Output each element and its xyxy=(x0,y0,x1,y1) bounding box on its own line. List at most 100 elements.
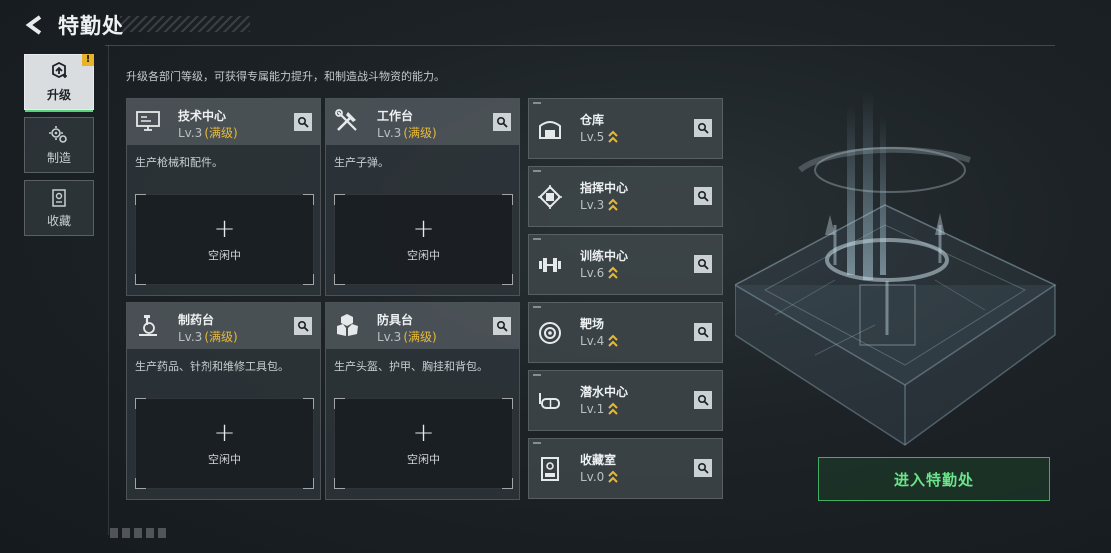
search-icon xyxy=(697,326,709,338)
facility-level: Lv.3 xyxy=(580,198,619,212)
production-slot[interactable]: + 空闲中 xyxy=(135,194,314,285)
max-level-tag: (满级) xyxy=(204,330,238,344)
chip-icon xyxy=(537,184,563,210)
footer-decoration xyxy=(110,528,170,538)
inspect-button[interactable] xyxy=(294,317,312,335)
diving-mask-icon xyxy=(537,388,563,414)
search-icon xyxy=(697,190,709,202)
department-card-pharmacy: 制药台 Lv.3 (满级) 生产药品、针剂和维修工具包。 + 空闲中 xyxy=(126,302,321,500)
production-slot[interactable]: + 空闲中 xyxy=(334,194,513,285)
search-icon xyxy=(297,116,309,128)
nav-tab-upgrade[interactable]: ! 升级 xyxy=(24,54,94,112)
nav-label: 收藏 xyxy=(46,213,71,228)
facility-name: 仓库 xyxy=(580,113,605,127)
max-level-tag: (满级) xyxy=(403,126,437,140)
header-decoration xyxy=(120,16,250,32)
inspect-button[interactable] xyxy=(694,255,712,273)
inspect-button[interactable] xyxy=(694,187,712,205)
inspect-button[interactable] xyxy=(493,317,511,335)
upgrade-chevron-icon xyxy=(608,470,619,483)
dumbbell-icon xyxy=(537,252,563,278)
level-text: Lv.3 xyxy=(377,126,402,140)
facility-name: 收藏室 xyxy=(580,453,617,467)
level-text: Lv.3 xyxy=(580,198,605,212)
plus-icon: + xyxy=(412,417,435,448)
upgrade-chevron-icon xyxy=(608,402,619,415)
department-name: 防具台 xyxy=(377,313,414,327)
inspect-button[interactable] xyxy=(493,113,511,131)
alert-badge: ! xyxy=(82,54,94,66)
department-description: 生产药品、针剂和维修工具包。 xyxy=(135,360,289,373)
department-card-armor: 防具台 Lv.3 (满级) 生产头盔、护甲、胸挂和背包。 + 空闲中 xyxy=(325,302,520,500)
armor-icon xyxy=(334,312,360,338)
facility-name: 潜水中心 xyxy=(580,385,629,399)
nav-label: 升级 xyxy=(46,87,71,102)
facility-level: Lv.4 xyxy=(580,334,619,348)
department-description: 生产枪械和配件。 xyxy=(135,156,223,169)
slot-status: 空闲中 xyxy=(407,248,440,262)
gears-icon xyxy=(49,125,67,143)
search-icon xyxy=(697,258,709,270)
header: 特勤处 xyxy=(22,8,124,42)
facility-level: Lv.6 xyxy=(580,266,619,280)
level-text: Lv.3 xyxy=(178,330,203,344)
inspect-button[interactable] xyxy=(294,113,312,131)
monitor-icon xyxy=(135,108,161,134)
back-arrow-icon xyxy=(25,15,42,35)
plus-icon: + xyxy=(213,417,236,448)
enter-special-ops-button[interactable]: 进入特勤处 xyxy=(818,457,1050,501)
plus-icon: + xyxy=(412,213,435,244)
page-description: 升级各部门等级，可获得专属能力提升，和制造战斗物资的能力。 xyxy=(126,70,445,83)
level-text: Lv.3 xyxy=(377,330,402,344)
upgrade-chevron-icon xyxy=(608,198,619,211)
slot-status: 空闲中 xyxy=(208,248,241,262)
base-hologram-illustration xyxy=(735,90,1057,446)
back-button[interactable] xyxy=(22,12,48,38)
facility-training-center[interactable]: 训练中心 Lv.6 xyxy=(528,234,723,295)
microscope-icon xyxy=(135,312,161,338)
facility-name: 训练中心 xyxy=(580,249,629,263)
slot-status: 空闲中 xyxy=(208,452,241,466)
facility-level: Lv.1 xyxy=(580,402,619,416)
upgrade-chevron-icon xyxy=(608,334,619,347)
inspect-button[interactable] xyxy=(694,119,712,137)
department-level: Lv.3 (满级) xyxy=(377,328,437,345)
divider xyxy=(108,45,109,535)
level-text: Lv.1 xyxy=(580,402,605,416)
nav-tab-collection[interactable]: 收藏 xyxy=(24,180,94,236)
facility-warehouse[interactable]: 仓库 Lv.5 xyxy=(528,98,723,159)
inspect-button[interactable] xyxy=(694,459,712,477)
level-text: Lv.6 xyxy=(580,266,605,280)
search-icon xyxy=(496,116,508,128)
upgrade-chevron-icon xyxy=(608,266,619,279)
level-text: Lv.4 xyxy=(580,334,605,348)
facility-command-center[interactable]: 指挥中心 Lv.3 xyxy=(528,166,723,227)
inspect-button[interactable] xyxy=(694,323,712,341)
facility-shooting-range[interactable]: 靶场 Lv.4 xyxy=(528,302,723,363)
facility-diving-center[interactable]: 潜水中心 Lv.1 xyxy=(528,370,723,431)
department-card-workbench: 工作台 Lv.3 (满级) 生产子弹。 + 空闲中 xyxy=(325,98,520,296)
search-icon xyxy=(297,320,309,332)
department-level: Lv.3 (满级) xyxy=(178,328,238,345)
facility-level: Lv.0 xyxy=(580,470,619,484)
department-name: 工作台 xyxy=(377,109,414,123)
divider xyxy=(105,45,1055,46)
search-icon xyxy=(496,320,508,332)
plus-icon: + xyxy=(213,213,236,244)
production-slot[interactable]: + 空闲中 xyxy=(135,398,314,489)
warehouse-icon xyxy=(537,116,563,142)
level-text: Lv.0 xyxy=(580,470,605,484)
facility-collection-room[interactable]: 收藏室 Lv.0 xyxy=(528,438,723,499)
production-slot[interactable]: + 空闲中 xyxy=(334,398,513,489)
inspect-button[interactable] xyxy=(694,391,712,409)
department-card-tech: 技术中心 Lv.3 (满级) 生产枪械和配件。 + 空闲中 xyxy=(126,98,321,296)
nav-tab-manufacture[interactable]: 制造 xyxy=(24,117,94,173)
search-icon xyxy=(697,122,709,134)
facility-level: Lv.5 xyxy=(580,130,619,144)
department-description: 生产头盔、护甲、胸挂和背包。 xyxy=(334,360,488,373)
nav-label: 制造 xyxy=(46,150,71,165)
collection-icon xyxy=(52,188,66,207)
department-name: 制药台 xyxy=(178,313,215,327)
search-icon xyxy=(697,462,709,474)
level-text: Lv.5 xyxy=(580,130,605,144)
